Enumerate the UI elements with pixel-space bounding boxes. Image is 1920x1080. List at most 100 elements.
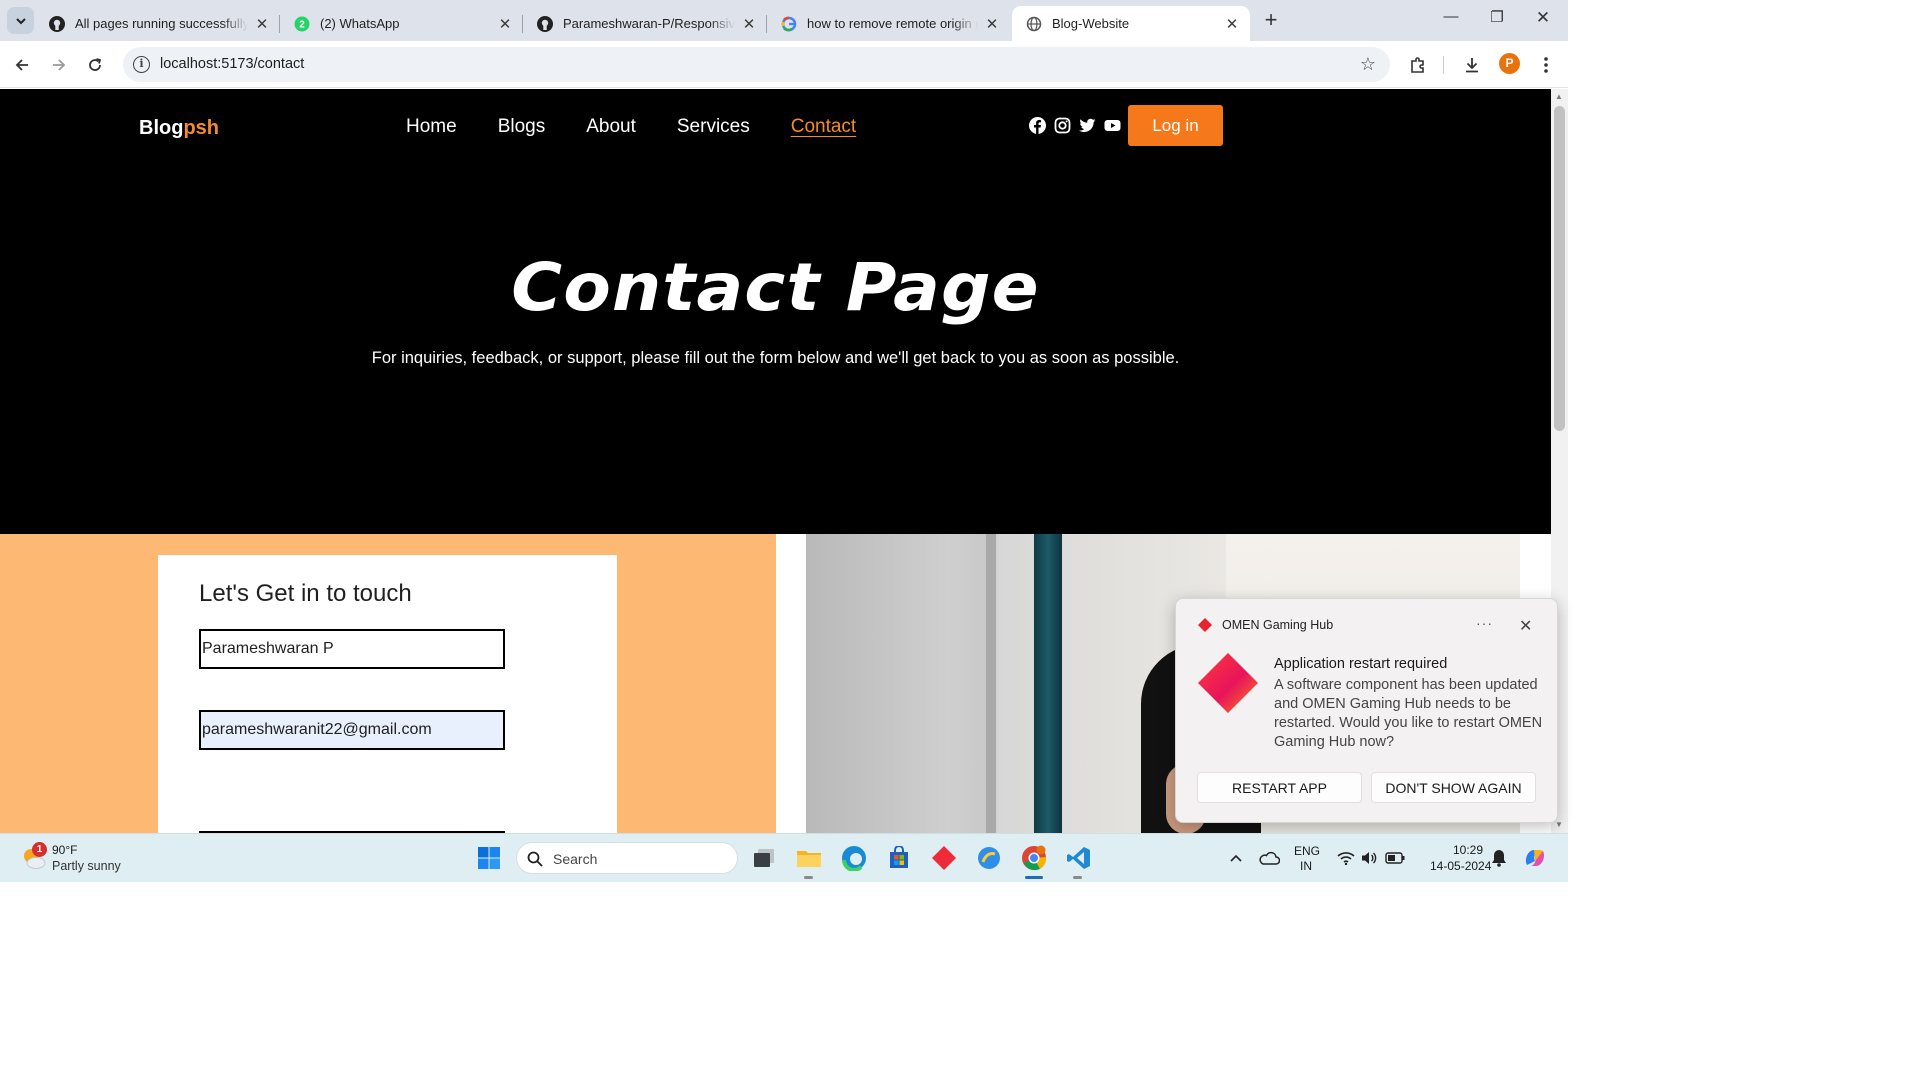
close-icon[interactable]: ✕ (1224, 15, 1240, 33)
dont-show-again-button[interactable]: DON'T SHOW AGAIN (1371, 772, 1536, 803)
close-icon[interactable]: ✕ (741, 15, 757, 33)
close-icon[interactable]: ✕ (497, 15, 513, 33)
globe-icon (1026, 16, 1042, 32)
scrollbar-thumb[interactable] (1554, 106, 1565, 431)
tab-4[interactable]: how to remove remote origin g ✕ (767, 6, 1010, 41)
weather-temperature: 90°F (52, 843, 78, 857)
vscode-icon[interactable] (1064, 843, 1094, 873)
back-button[interactable] (9, 52, 35, 78)
region-code[interactable]: IN (1300, 859, 1312, 873)
download-icon (1466, 58, 1478, 73)
scroll-up-icon[interactable]: ▲ (1555, 92, 1563, 101)
tab-title: Blog-Website (1052, 16, 1130, 31)
reload-button[interactable] (82, 52, 108, 78)
more-options-icon[interactable]: ··· (1476, 615, 1493, 631)
taskbar: 1 90°F Partly sunny Search ENG IN 10:29 … (0, 833, 1568, 882)
facebook-icon[interactable] (1029, 117, 1046, 134)
profile-avatar[interactable]: P (1499, 53, 1520, 74)
nav-blogs[interactable]: Blogs (498, 116, 546, 138)
site-info-icon[interactable]: i (133, 56, 150, 73)
omen-gaming-hub-icon[interactable] (929, 843, 959, 873)
tab-title: (2) WhatsApp (320, 16, 400, 31)
tab-title: Parameshwaran-P/Responsive-I (563, 16, 735, 31)
close-window-button[interactable]: ✕ (1520, 8, 1566, 32)
taskbar-search[interactable]: Search (516, 842, 738, 874)
puzzle-icon (1411, 57, 1424, 73)
site-logo[interactable]: Blogpsh (139, 117, 219, 140)
tab-5-active[interactable]: Blog-Website ✕ (1012, 6, 1250, 41)
github-icon (537, 15, 553, 32)
logo-accent: psh (183, 117, 219, 139)
close-icon[interactable]: ✕ (1519, 616, 1532, 636)
chevron-down-icon (15, 17, 26, 24)
weather-description: Partly sunny (52, 859, 121, 873)
nav-home[interactable]: Home (406, 116, 457, 138)
edge-icon[interactable] (839, 843, 869, 873)
notification-heading: Application restart required (1274, 656, 1448, 672)
form-title: Let's Get in to touch (199, 580, 412, 607)
chevron-up-icon[interactable] (1221, 843, 1251, 873)
nav-contact[interactable]: Contact (791, 116, 856, 138)
windows-logo-icon (478, 847, 500, 869)
social-links (1029, 117, 1121, 134)
tab-1[interactable]: All pages running successfully · ✕ (35, 6, 280, 41)
tab-2[interactable]: 2 (2) WhatsApp ✕ (280, 6, 523, 41)
login-button[interactable]: Log in (1128, 105, 1223, 146)
vscode-running-indicator (1073, 876, 1082, 879)
copilot-icon[interactable] (1520, 843, 1550, 873)
chrome-active-indicator (1025, 876, 1043, 879)
address-bar[interactable]: i localhost:5173/contact ☆ (123, 47, 1390, 82)
whatsapp-badge-count: 2 (299, 19, 305, 30)
restore-button[interactable]: ❐ (1474, 8, 1520, 32)
clock-time[interactable]: 10:29 (1453, 843, 1483, 857)
menu-button[interactable] (1533, 52, 1559, 78)
tab-3[interactable]: Parameshwaran-P/Responsive-I ✕ (523, 6, 767, 41)
twitter-icon[interactable] (1079, 117, 1096, 134)
notification-body: A software component has been updated an… (1274, 677, 1543, 750)
forward-button[interactable] (46, 52, 72, 78)
extensions-button[interactable] (1405, 52, 1431, 78)
nav-about[interactable]: About (586, 116, 636, 138)
minimize-button[interactable]: — (1428, 8, 1474, 32)
tab-title: how to remove remote origin g (807, 16, 978, 31)
scroll-down-icon[interactable]: ▼ (1555, 820, 1563, 829)
clock-date[interactable]: 14-05-2024 (1430, 859, 1491, 873)
onedrive-icon[interactable] (1254, 843, 1284, 873)
contact-form-section: Let's Get in to touch Parameshwaran P pa… (0, 534, 776, 833)
page-subtitle: For inquiries, feedback, or support, ple… (371, 349, 1180, 367)
tab-search-button[interactable] (7, 7, 34, 34)
omen-notification: OMEN Gaming Hub ··· ✕ Application restar… (1175, 598, 1558, 823)
copilot-app-icon[interactable] (974, 843, 1004, 873)
toolbar-divider (1443, 56, 1444, 74)
restart-app-button[interactable]: RESTART APP (1197, 772, 1362, 803)
page-title: Contact Page (511, 249, 1040, 326)
main-nav: Home Blogs About Services Contact (406, 116, 897, 138)
language-code[interactable]: ENG (1294, 844, 1320, 858)
close-icon[interactable]: ✕ (254, 15, 270, 33)
microsoft-store-icon[interactable] (884, 843, 914, 873)
google-icon (781, 16, 797, 32)
notification-bell-icon[interactable] (1484, 843, 1514, 873)
whatsapp-icon: 2 (294, 16, 310, 32)
tab-title: All pages running successfully · (75, 16, 248, 31)
instagram-icon[interactable] (1054, 117, 1071, 134)
battery-icon[interactable] (1380, 843, 1410, 873)
search-icon (527, 851, 543, 867)
bookmark-star-icon[interactable]: ☆ (1360, 54, 1376, 75)
start-button[interactable] (474, 843, 504, 873)
youtube-icon[interactable] (1104, 117, 1121, 134)
contact-form-card: Let's Get in to touch Parameshwaran P pa… (158, 555, 617, 833)
file-explorer-icon[interactable] (794, 843, 824, 873)
search-label: Search (553, 851, 598, 867)
omen-logo-icon (1198, 618, 1212, 632)
task-view-icon[interactable] (749, 843, 779, 873)
explorer-running-indicator (804, 876, 813, 879)
close-icon[interactable]: ✕ (984, 15, 1000, 33)
new-tab-button[interactable]: + (1259, 9, 1283, 33)
downloads-button[interactable] (1459, 52, 1485, 78)
email-field[interactable]: parameshwaranit22@gmail.com (199, 710, 505, 750)
chrome-icon[interactable] (1019, 843, 1049, 873)
nav-services[interactable]: Services (677, 116, 750, 138)
name-field[interactable]: Parameshwaran P (199, 629, 505, 669)
browser-toolbar: i localhost:5173/contact ☆ P (0, 41, 1568, 88)
